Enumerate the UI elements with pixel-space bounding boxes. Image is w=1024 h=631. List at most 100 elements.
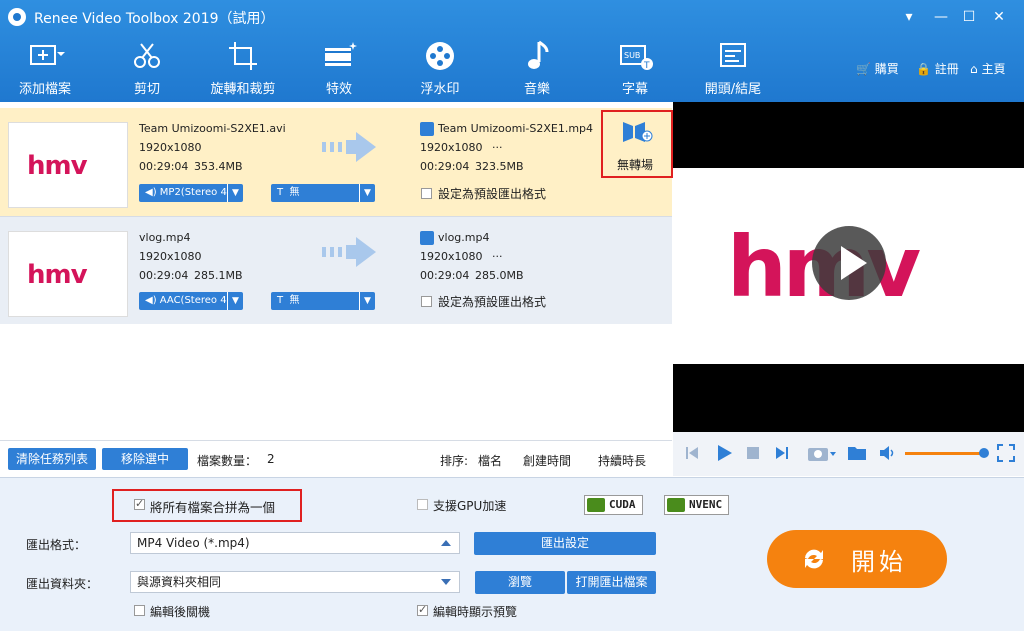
play-overlay-button[interactable] [812, 226, 886, 300]
volume-icon[interactable] [879, 446, 897, 460]
source-file-name: vlog.mp4 [139, 231, 191, 244]
player-controls [673, 432, 1024, 476]
intro-outro-icon [720, 43, 746, 67]
register-link[interactable]: 🔒 註冊 [916, 60, 959, 77]
output-size: 285.0MB [475, 269, 524, 282]
music-button[interactable]: 音樂 [492, 40, 582, 100]
clear-list-button[interactable]: 清除任務列表 [8, 448, 96, 470]
music-note-icon [528, 40, 549, 69]
minimize-button[interactable]: — [928, 6, 954, 28]
stop-icon[interactable] [747, 447, 759, 459]
transition-label: 無轉場 [617, 158, 654, 172]
sort-by-created[interactable]: 創建時間 [523, 452, 571, 469]
preset-checkbox[interactable] [421, 188, 432, 199]
shutdown-label: 編輯後關機 [150, 605, 211, 619]
output-more-button[interactable]: ··· [492, 141, 503, 154]
file-thumbnail: hmv [8, 231, 128, 317]
edit-name-icon[interactable] [420, 231, 434, 245]
audio-track-dropdown[interactable]: ◀) MP2(Stereo 4 ▼ [139, 184, 243, 202]
preset-checkbox[interactable] [421, 296, 432, 307]
source-resolution: 1920x1080 [139, 141, 202, 154]
output-folder-select[interactable]: 與源資料夾相同 [130, 571, 460, 593]
sort-label: 排序: [440, 454, 469, 468]
source-file-name: Team Umizoomi-S2XE1.avi [139, 122, 286, 135]
svg-text:SUB: SUB [624, 51, 640, 60]
speaker-icon: ◀) [145, 187, 157, 198]
maximize-button[interactable]: ☐ [956, 6, 982, 28]
sort-by-name[interactable]: 檔名 [478, 452, 502, 469]
transition-icon [623, 122, 653, 142]
home-link[interactable]: ⌂ 主頁 [970, 60, 1005, 77]
play-icon[interactable] [715, 444, 733, 462]
output-duration: 00:29:04 [420, 269, 470, 282]
merge-files-label: 將所有檔案合拼為一個 [150, 500, 276, 515]
chevron-down-icon: ▼ [359, 292, 375, 310]
browse-button[interactable]: 瀏覽 [475, 571, 565, 594]
file-thumbnail: hmv [8, 122, 128, 208]
chevron-down-icon: ▼ [227, 184, 243, 202]
top-bar: Renee Video Toolbox 2019（試用） ▾ — ☐ ✕ 添加檔… [0, 0, 1024, 102]
list-footer: 清除任務列表 移除選中 檔案數量： 2 排序: 檔名 創建時間 持續時長 [0, 440, 672, 476]
close-button[interactable]: ✕ [986, 6, 1012, 28]
effects-button[interactable]: 特效 [294, 40, 384, 100]
subtitle-dropdown[interactable]: T 無 ▼ [271, 184, 375, 202]
fullscreen-icon[interactable] [997, 444, 1015, 462]
subtitle-dropdown[interactable]: T 無 ▼ [271, 292, 375, 310]
chevron-down-icon [441, 579, 451, 585]
watermark-button[interactable]: 浮水印 [395, 40, 485, 100]
cuda-badge: CUDA [584, 495, 643, 515]
merge-files-checkbox[interactable] [134, 497, 145, 510]
cut-button[interactable]: 剪切 [102, 40, 192, 100]
file-row[interactable]: hmv Team Umizoomi-S2XE1.avi 1920x1080 00… [0, 108, 672, 216]
start-label: 開始 [851, 548, 907, 576]
skip-back-icon[interactable] [685, 446, 699, 460]
volume-handle[interactable] [979, 448, 989, 458]
sort-by-duration[interactable]: 持續時長 [598, 452, 646, 469]
source-duration: 00:29:04 [139, 269, 189, 282]
add-file-button[interactable]: 添加檔案 [0, 40, 90, 100]
effects-label: 特效 [325, 82, 352, 97]
window-title: Renee Video Toolbox 2019（試用） [34, 11, 275, 27]
cart-icon: 🛒 [856, 62, 871, 76]
open-output-folder-button[interactable]: 打開匯出檔案 [567, 571, 656, 594]
skip-forward-icon[interactable] [775, 446, 789, 460]
shutdown-checkbox[interactable] [134, 605, 145, 616]
crop-icon [229, 42, 257, 70]
output-more-button[interactable]: ··· [492, 250, 503, 263]
rotate-crop-label: 旋轉和裁剪 [210, 82, 276, 97]
show-preview-label: 編輯時顯示預覽 [433, 605, 518, 619]
menu-dropdown-button[interactable]: ▾ [896, 6, 922, 28]
output-file-name: Team Umizoomi-S2XE1.mp4 [438, 122, 594, 135]
camera-icon[interactable] [807, 444, 837, 462]
format-select[interactable]: MP4 Video (*.mp4) [130, 532, 460, 554]
export-settings-button[interactable]: 匯出設定 [474, 532, 656, 555]
subtitle-icon: SUBT [620, 45, 653, 71]
gpu-checkbox[interactable] [417, 499, 428, 510]
audio-track-dropdown[interactable]: ◀) AAC(Stereo 4 ▼ [139, 292, 243, 310]
lock-icon: 🔒 [916, 62, 931, 76]
source-size: 285.1MB [194, 269, 243, 282]
nvidia-icon [587, 498, 605, 512]
folder-icon[interactable] [847, 445, 867, 461]
subtitle-label: 字幕 [621, 82, 648, 97]
subtitle-button[interactable]: SUB T 字幕 [590, 40, 680, 100]
buy-link[interactable]: 🛒 購買 [856, 60, 899, 77]
volume-slider[interactable] [905, 452, 983, 455]
output-duration: 00:29:04 [420, 160, 470, 173]
file-count-value: 2 [267, 452, 275, 466]
watermark-icon [426, 42, 454, 70]
intro-outro-button[interactable]: 開頭/結尾 [688, 40, 778, 100]
music-label: 音樂 [523, 82, 550, 97]
preset-label: 設定為預設匯出格式 [438, 187, 547, 201]
transition-button[interactable]: 無轉場 [601, 110, 673, 178]
chevron-up-icon [441, 540, 451, 546]
convert-arrow-icon [322, 237, 376, 267]
file-row[interactable]: hmv vlog.mp4 1920x1080 00:29:04 285.1MB … [0, 216, 672, 324]
edit-name-icon[interactable] [420, 122, 434, 136]
start-button[interactable]: 開始 [767, 530, 947, 588]
show-preview-checkbox[interactable] [417, 603, 428, 616]
chevron-down-icon: ▼ [359, 184, 375, 202]
remove-selected-button[interactable]: 移除選中 [102, 448, 188, 470]
rotate-crop-button[interactable]: 旋轉和裁剪 [198, 40, 288, 100]
watermark-label: 浮水印 [420, 82, 460, 97]
